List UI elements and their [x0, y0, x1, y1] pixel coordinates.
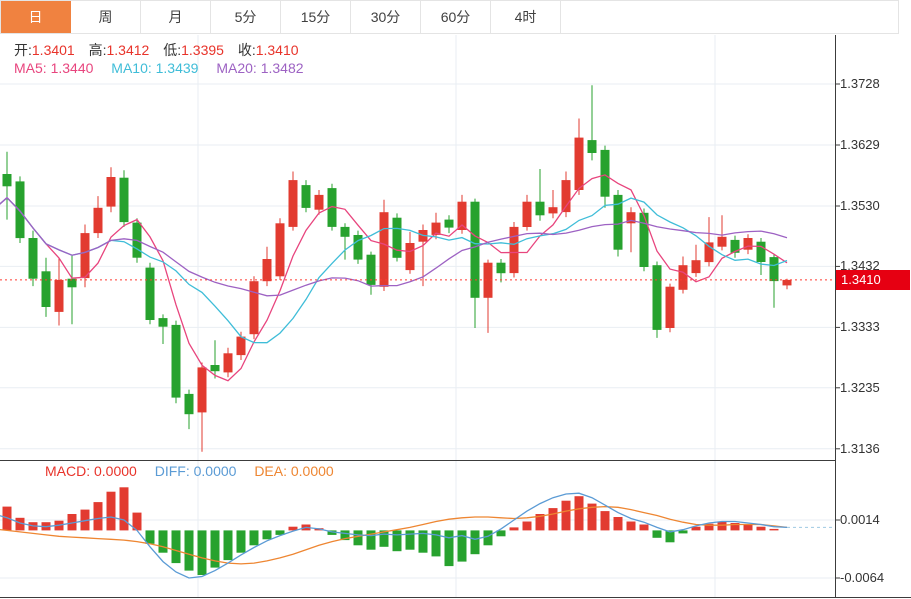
price-axis-label: 1.3136 — [840, 441, 910, 456]
close-label: 收: — [238, 42, 256, 58]
high-value: 1.3412 — [107, 42, 150, 58]
price-axis-label: 1.3530 — [840, 198, 910, 213]
tab-month[interactable]: 月 — [141, 1, 211, 33]
price-axis-label: -0.0064 — [840, 570, 910, 585]
diff-value: DIFF: 0.0000 — [155, 463, 237, 479]
price-axis-label: 0.0014 — [840, 512, 910, 527]
price-axis-label: 1.3728 — [840, 76, 910, 91]
price-axis-label: 1.3333 — [840, 319, 910, 334]
ma-legend: MA5: 1.3440 MA10: 1.3439 MA20: 1.3482 — [14, 60, 304, 76]
ohlc-legend: 开:1.3401 高:1.3412 低:1.3395 收:1.3410 — [14, 40, 299, 60]
tab-day[interactable]: 日 — [1, 1, 71, 33]
tab-week[interactable]: 周 — [71, 1, 141, 33]
ma10-legend: MA10: 1.3439 — [111, 60, 198, 76]
kline-chart-canvas[interactable] — [0, 0, 911, 599]
price-axis-label: 1.3629 — [840, 137, 910, 152]
price-axis-label: 1.3235 — [840, 380, 910, 395]
tab-4hour[interactable]: 4时 — [491, 1, 561, 33]
macd-legend: MACD: 0.0000 DIFF: 0.0000 DEA: 0.0000 — [45, 463, 334, 479]
close-value: 1.3410 — [256, 42, 299, 58]
tab-5min[interactable]: 5分 — [211, 1, 281, 33]
open-value: 1.3401 — [32, 42, 75, 58]
tab-15min[interactable]: 15分 — [281, 1, 351, 33]
ma5-legend: MA5: 1.3440 — [14, 60, 93, 76]
low-value: 1.3395 — [181, 42, 224, 58]
low-label: 低: — [163, 42, 181, 58]
high-label: 高: — [89, 42, 107, 58]
macd-value: MACD: 0.0000 — [45, 463, 137, 479]
timeframe-tabbar: 日 周 月 5分 15分 30分 60分 4时 — [0, 0, 899, 34]
current-price-tag: 1.3410 — [836, 270, 910, 290]
dea-value: DEA: 0.0000 — [254, 463, 333, 479]
tabbar-filler — [561, 1, 898, 33]
tab-60min[interactable]: 60分 — [421, 1, 491, 33]
ma20-legend: MA20: 1.3482 — [216, 60, 303, 76]
open-label: 开: — [14, 42, 32, 58]
tab-30min[interactable]: 30分 — [351, 1, 421, 33]
